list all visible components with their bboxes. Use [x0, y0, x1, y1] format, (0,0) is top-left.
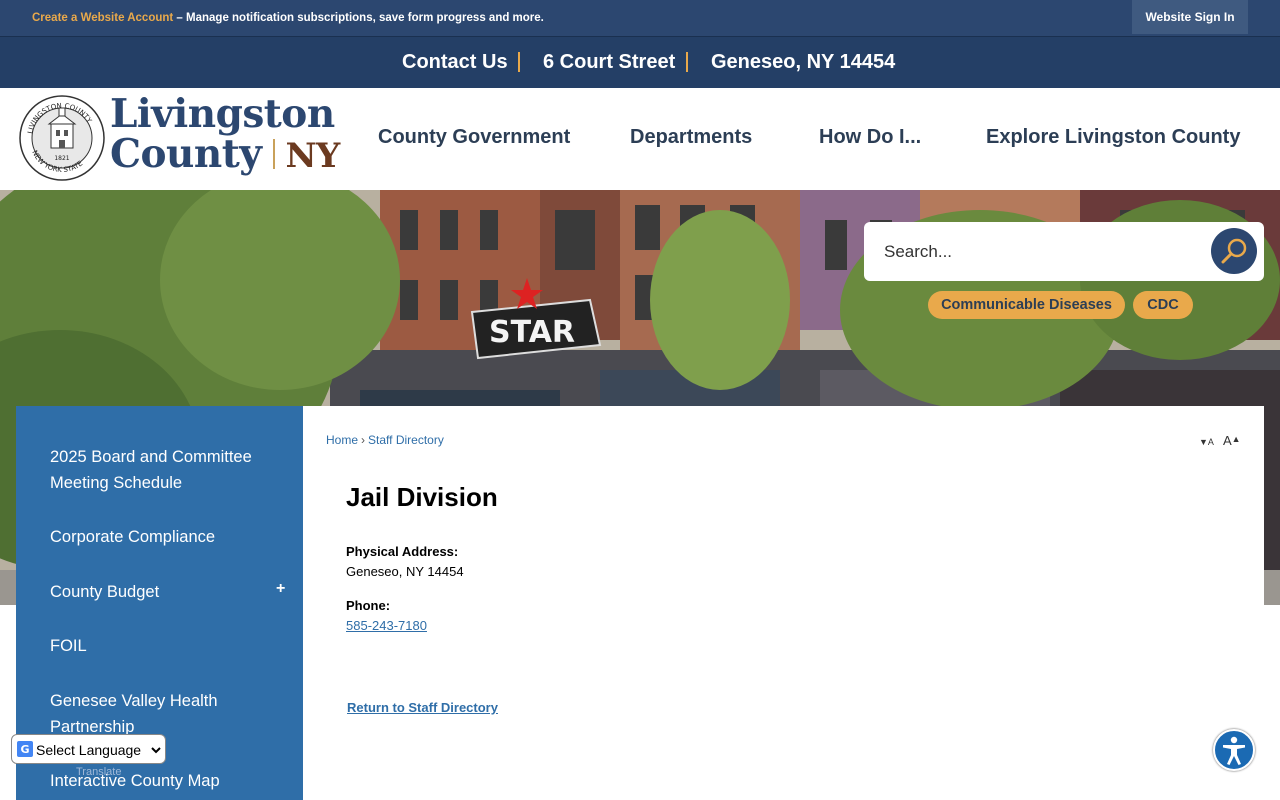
- contact-us-link[interactable]: Contact Us: [402, 51, 508, 74]
- expand-county-budget-icon[interactable]: +: [276, 580, 285, 598]
- contact-separator: [518, 52, 520, 72]
- increase-font-label: A: [1223, 433, 1232, 448]
- quick-link-cdc[interactable]: CDC: [1133, 291, 1193, 319]
- create-account-link[interactable]: Create a Website Account: [32, 12, 173, 24]
- search-input[interactable]: [864, 222, 1204, 281]
- language-select[interactable]: Select Language: [32, 739, 164, 761]
- logo-ny: NY: [285, 136, 340, 176]
- decrease-font-button[interactable]: ▼A: [1199, 433, 1214, 448]
- sidebar-item-county-budget[interactable]: County Budget: [50, 579, 280, 605]
- nav-how-do-i[interactable]: How Do I...: [819, 126, 921, 149]
- site-header: LIVINGSTON COUNTY NEW YORK STATE 1821 Li…: [0, 88, 1280, 190]
- return-to-staff-directory-link[interactable]: Return to Staff Directory: [347, 700, 498, 715]
- logo-line-2: County NY: [110, 134, 340, 176]
- page-title: Jail Division: [346, 482, 498, 512]
- powered-by-translate: Translate: [76, 766, 122, 778]
- accessibility-icon: [1223, 736, 1245, 765]
- sidebar-item-board-committee-schedule[interactable]: 2025 Board and Committee Meeting Schedul…: [50, 444, 280, 496]
- search-icon: [1221, 238, 1247, 264]
- sidebar-item-corporate-compliance[interactable]: Corporate Compliance: [50, 524, 280, 550]
- sidebar-item-foil[interactable]: FOIL: [50, 633, 280, 659]
- website-sign-in-button[interactable]: Website Sign In: [1132, 0, 1248, 34]
- main-content: Home › Staff Directory ▼A A▲ Jail Division…: [303, 406, 1264, 800]
- account-bar: Create a Website Account – Manage notifi…: [0, 0, 1280, 36]
- sidebar-item-genesee-valley-health[interactable]: Genesee Valley Health Partnership: [50, 688, 280, 740]
- logo-line-1: Livingston: [110, 91, 335, 137]
- physical-address-label: Physical Address:: [346, 544, 459, 559]
- breadcrumb-staff-directory[interactable]: Staff Directory: [368, 433, 444, 447]
- breadcrumb-home[interactable]: Home: [326, 433, 358, 447]
- logo-divider: [273, 139, 276, 169]
- nav-county-government[interactable]: County Government: [378, 126, 570, 149]
- caret-down-icon: ▼: [1199, 437, 1208, 447]
- address-link[interactable]: 6 Court Street: [543, 51, 675, 74]
- nav-departments[interactable]: Departments: [630, 126, 752, 149]
- physical-address-value: Geneseo, NY 14454: [346, 564, 464, 579]
- seal-year: 1821: [54, 155, 69, 162]
- phone-link[interactable]: 585-243-7180: [346, 618, 427, 633]
- accessibility-button[interactable]: [1213, 729, 1255, 771]
- contact-separator: [686, 52, 688, 72]
- google-translate-icon: G: [17, 741, 33, 757]
- county-logo[interactable]: Livingston County NY: [110, 94, 340, 176]
- logo-county: County: [110, 131, 262, 177]
- county-seal-icon[interactable]: LIVINGSTON COUNTY NEW YORK STATE 1821: [18, 94, 106, 182]
- quick-link-communicable-diseases[interactable]: Communicable Diseases: [928, 291, 1125, 319]
- svg-text:G: G: [20, 743, 29, 756]
- contact-bar: Contact Us 6 Court Street Geneseo, NY 14…: [0, 36, 1280, 88]
- breadcrumb-separator: ›: [361, 433, 366, 447]
- search-button[interactable]: [1211, 228, 1257, 274]
- phone-label: Phone:: [346, 598, 391, 613]
- account-message-text: – Manage notification subscriptions, sav…: [173, 12, 544, 24]
- increase-font-button[interactable]: A▲: [1223, 433, 1241, 448]
- breadcrumb: Home › Staff Directory: [326, 433, 444, 447]
- decrease-font-label: A: [1207, 437, 1214, 447]
- city-link[interactable]: Geneseo, NY 14454: [711, 51, 895, 74]
- nav-explore-livingston-county[interactable]: Explore Livingston County: [986, 126, 1240, 149]
- google-translate-widget: G Select Language: [11, 734, 166, 764]
- svg-text:STAR: STAR: [489, 315, 575, 350]
- search-box: [864, 222, 1264, 281]
- account-message: Create a Website Account – Manage notifi…: [32, 12, 544, 24]
- caret-up-icon: ▲: [1231, 434, 1241, 444]
